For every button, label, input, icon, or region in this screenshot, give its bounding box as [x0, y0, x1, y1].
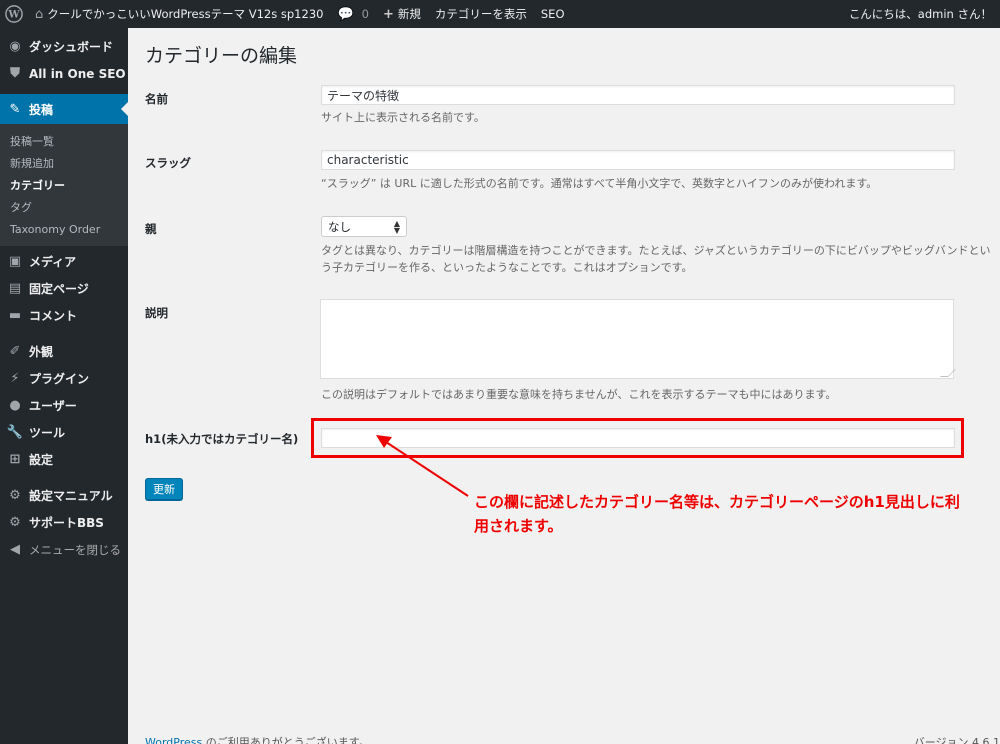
submenu-item-tags[interactable]: タグ — [0, 196, 128, 218]
gear-icon: ⚙ — [9, 488, 21, 503]
seo-link[interactable]: SEO — [534, 0, 572, 28]
update-button[interactable]: 更新 — [145, 478, 183, 500]
user-icon: ● — [9, 398, 21, 413]
admin-sidebar: ◉ ダッシュボード ⛊ All in One SEO ✎ 投稿 投稿一覧 新規追… — [0, 28, 128, 744]
page-title: カテゴリーの編集 — [145, 45, 298, 67]
wordpress-link[interactable]: WordPress — [145, 736, 202, 744]
sidebar-item-comments[interactable]: ▬ コメント — [0, 302, 128, 329]
name-label: 名前 — [145, 92, 168, 106]
svg-text:W: W — [7, 10, 20, 21]
new-label: 新規 — [397, 7, 421, 21]
sidebar-item-label: メディア — [29, 255, 77, 269]
sidebar-item-label: プラグイン — [29, 372, 90, 386]
footer-thanks: のご利用ありがとうございます。 — [202, 736, 370, 744]
submenu-item-add-new[interactable]: 新規追加 — [0, 152, 128, 174]
footer-credit: WordPress のご利用ありがとうございます。 — [145, 734, 370, 744]
sidebar-item-posts[interactable]: ✎ 投稿 — [0, 94, 128, 124]
wrench-icon: 🔧 — [6, 425, 24, 440]
sidebar-item-plugins[interactable]: ⚡ プラグイン — [0, 365, 128, 392]
sidebar-item-label: サポートBBS — [29, 516, 104, 530]
shield-icon: ⛊ — [10, 66, 20, 81]
admin-bar: W ⌂ クールでかっこいいWordPressテーマ V12s sp1230 💬 … — [0, 0, 1000, 28]
name-field[interactable] — [321, 85, 955, 105]
submenu-item-categories[interactable]: カテゴリー — [0, 174, 128, 196]
collapse-menu-label: メニューを閉じる — [29, 542, 121, 557]
h1-label: h1(未入力ではカテゴリー名) — [145, 432, 299, 446]
slug-label: スラッグ — [145, 156, 191, 170]
plugin-icon: ⚡ — [10, 371, 20, 386]
media-icon: ▣ — [8, 254, 22, 269]
sidebar-item-tools[interactable]: 🔧 ツール — [0, 419, 128, 446]
sidebar-item-settings-manual[interactable]: ⚙ 設定マニュアル — [0, 482, 128, 509]
site-name: クールでかっこいいWordPressテーマ V12s sp1230 — [47, 7, 324, 21]
description-label: 説明 — [145, 306, 168, 320]
description-textarea[interactable] — [320, 299, 954, 379]
select-arrows-icon: ▲ ▼ — [393, 218, 400, 235]
sidebar-item-settings[interactable]: ⊞ 設定 — [0, 446, 128, 473]
gear-icon: ⚙ — [9, 515, 21, 530]
submenu-item-all-posts[interactable]: 投稿一覧 — [0, 130, 128, 152]
collapse-menu-button[interactable]: ◀ メニューを閉じる — [0, 536, 128, 563]
sidebar-item-all-in-one-seo[interactable]: ⛊ All in One SEO — [0, 60, 128, 87]
view-category-link[interactable]: カテゴリーを表示 — [428, 0, 534, 28]
sidebar-item-label: 設定 — [29, 453, 54, 467]
pushpin-icon: ✎ — [9, 101, 21, 117]
page-icon: ▤ — [8, 281, 22, 296]
sidebar-item-label: コメント — [29, 309, 78, 323]
comments-link[interactable]: 💬 0 — [330, 0, 376, 28]
dashboard-gauge-icon: ◉ — [9, 39, 21, 54]
name-description: サイト上に表示される名前です。 — [321, 111, 485, 124]
slug-field[interactable] — [321, 150, 955, 170]
sidebar-item-dashboard[interactable]: ◉ ダッシュボード — [0, 33, 128, 60]
comment-bubble-icon: 💬 — [337, 6, 354, 22]
collapse-arrow-icon: ◀ — [10, 542, 20, 557]
annotation-text: この欄に記述したカテゴリー名等は、カテゴリーページのh1見出しに利用されます。 — [474, 493, 960, 535]
sidebar-item-label: ツール — [29, 426, 66, 440]
sidebar-item-label: All in One SEO — [29, 66, 126, 81]
sidebar-item-appearance[interactable]: ✐ 外観 — [0, 338, 128, 365]
parent-label: 親 — [145, 222, 157, 236]
user-greeting[interactable]: こんにちは、admin さん！ — [842, 0, 1000, 28]
sidebar-item-pages[interactable]: ▤ 固定ページ — [0, 275, 128, 302]
sidebar-item-label: ダッシュボード — [29, 40, 114, 54]
paintbrush-icon: ✐ — [9, 344, 21, 359]
home-icon: ⌂ — [35, 6, 44, 22]
parent-select-value: なし — [328, 219, 351, 234]
parent-select[interactable]: なし ▲ ▼ — [321, 216, 407, 237]
site-name-link[interactable]: ⌂ クールでかっこいいWordPressテーマ V12s sp1230 — [28, 0, 330, 28]
slug-description: “スラッグ” は URL に適した形式の名前です。通常はすべて半角小文字で、英数… — [321, 177, 878, 190]
comment-icon: ▬ — [8, 308, 22, 323]
comments-count: 0 — [361, 7, 369, 21]
footer-version: バージョン 4.6.1 — [913, 736, 1000, 744]
submenu-item-taxonomy-order[interactable]: Taxonomy Order — [0, 218, 128, 240]
sidebar-item-label: 投稿 — [29, 102, 54, 117]
description-help: この説明はデフォルトではあまり重要な意味を持ちませんが、これを表示するテーマも中… — [321, 388, 837, 401]
sidebar-item-label: ユーザー — [29, 399, 77, 413]
sidebar-item-label: 設定マニュアル — [29, 489, 113, 503]
highlight-box — [311, 418, 964, 458]
sidebar-item-support-bbs[interactable]: ⚙ サポートBBS — [0, 509, 128, 536]
new-content-link[interactable]: + 新規 — [376, 0, 428, 28]
sidebar-item-label: 外観 — [29, 345, 54, 359]
posts-submenu: 投稿一覧 新規追加 カテゴリー タグ Taxonomy Order — [0, 124, 128, 246]
sidebar-item-users[interactable]: ● ユーザー — [0, 392, 128, 419]
settings-sliders-icon: ⊞ — [9, 452, 21, 467]
sidebar-item-label: 固定ページ — [29, 282, 89, 296]
wordpress-logo-icon[interactable]: W — [0, 0, 28, 28]
plus-icon: + — [382, 6, 394, 22]
sidebar-item-media[interactable]: ▣ メディア — [0, 248, 128, 275]
parent-description: タグとは異なり、カテゴリーは階層構造を持つことができます。たとえば、ジャズという… — [321, 244, 991, 274]
main-content: カテゴリーの編集 名前 サイト上に表示される名前です。 スラッグ “スラッグ” … — [128, 28, 1000, 744]
